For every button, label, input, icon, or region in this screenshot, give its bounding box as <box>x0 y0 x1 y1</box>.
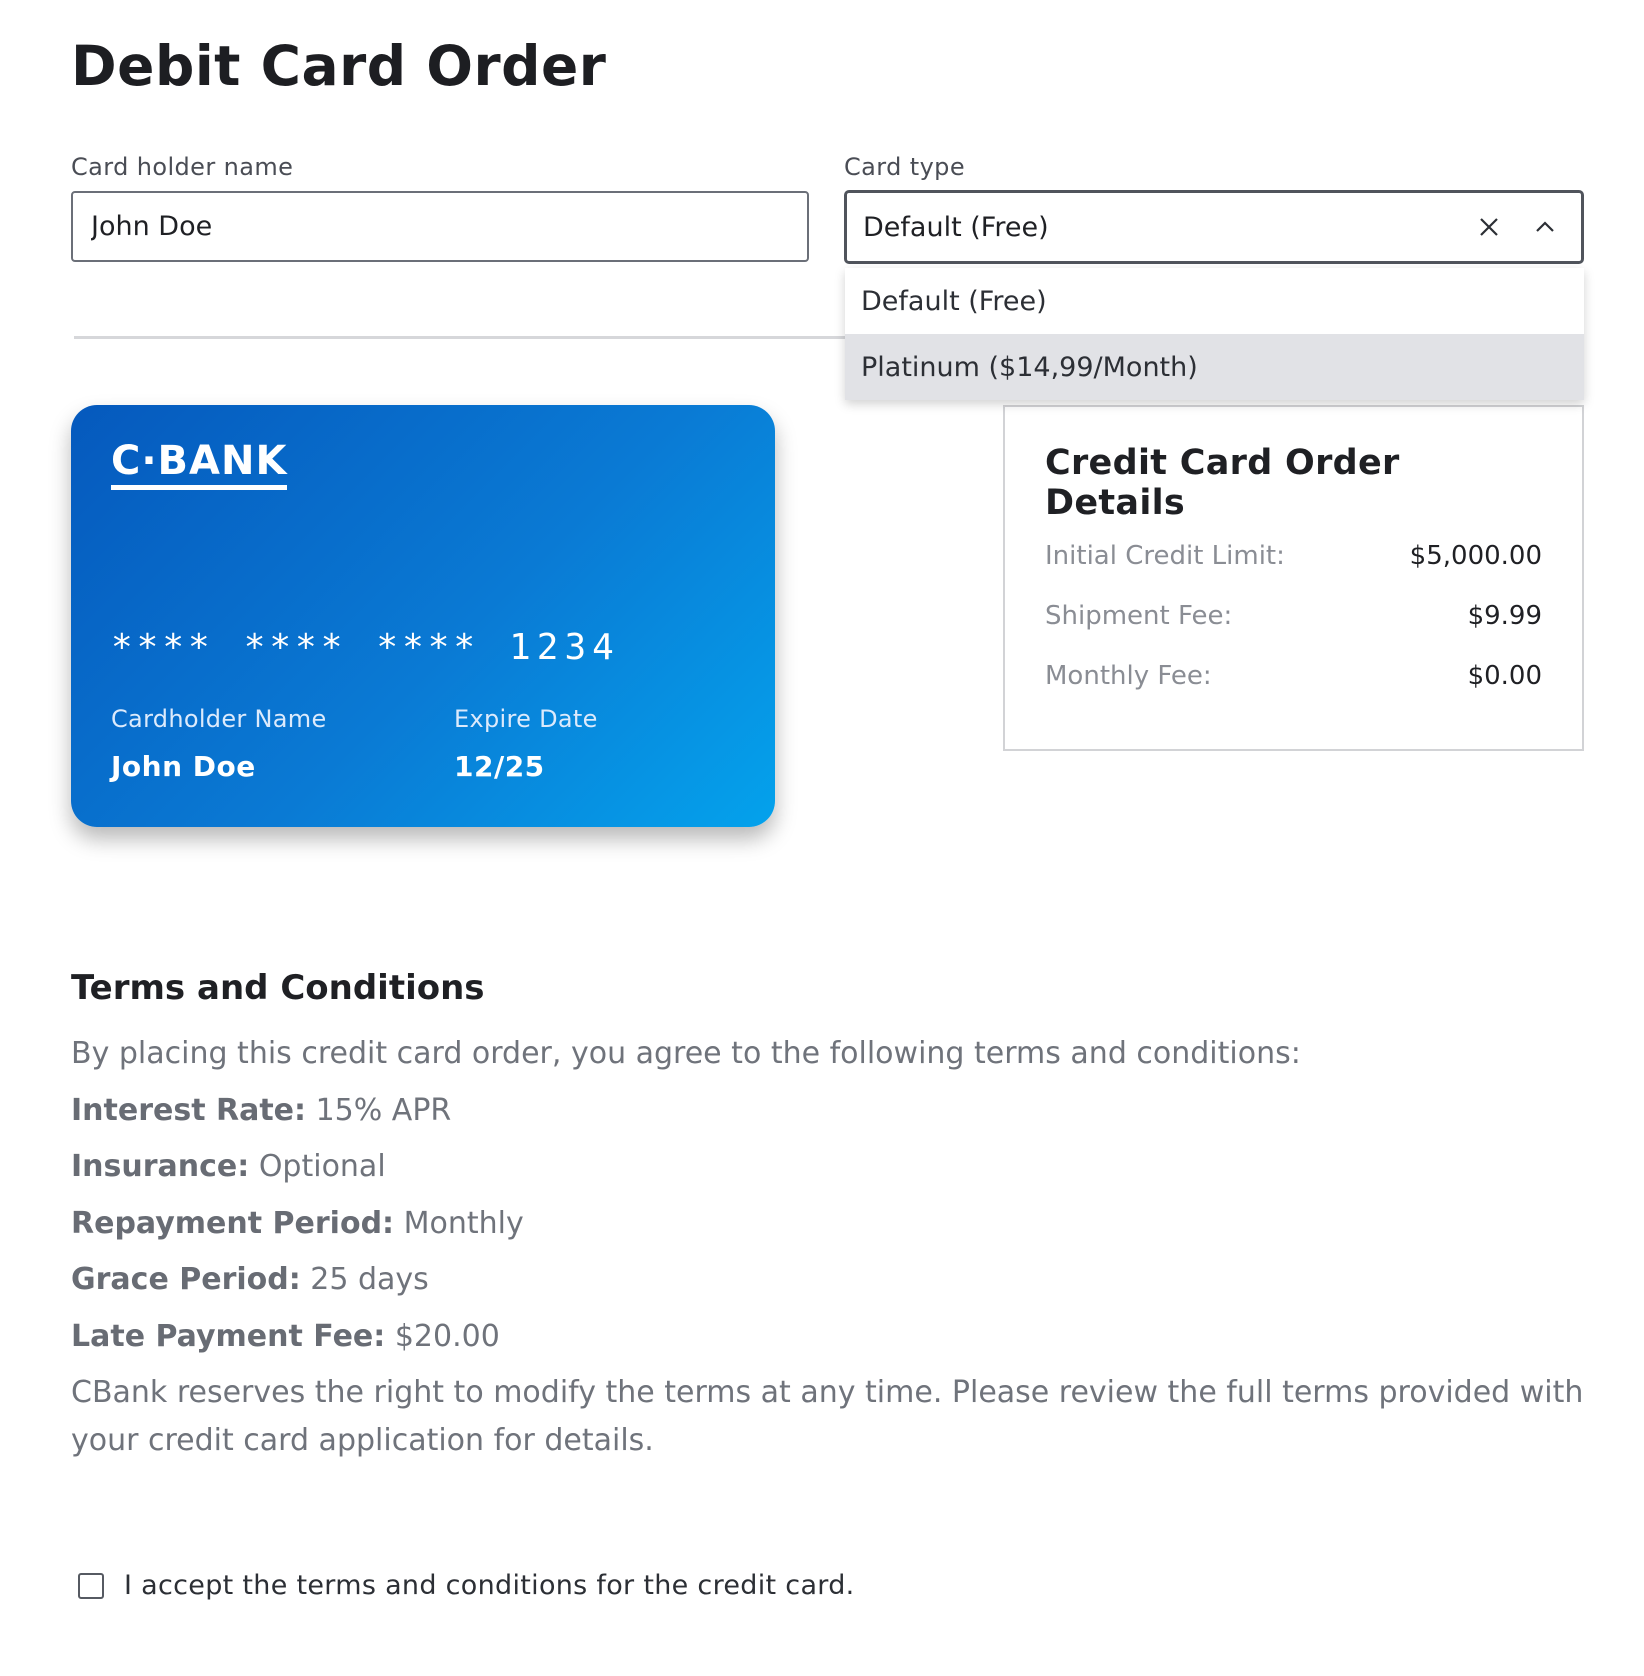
card-holder-name-label: Card holder name <box>71 153 294 181</box>
close-icon[interactable] <box>1469 207 1509 247</box>
card-type-selected-value: Default (Free) <box>863 211 1049 243</box>
expire-date-label: Expire Date <box>454 705 598 733</box>
card-type-dropdown: Default (Free) Platinum ($14,99/Month) <box>845 268 1584 400</box>
detail-value: $5,000.00 <box>1409 541 1542 571</box>
terms-footer: CBank reserves the right to modify the t… <box>71 1375 1584 1458</box>
card-type-option-platinum[interactable]: Platinum ($14,99/Month) <box>845 334 1584 400</box>
card-number-group: **** <box>243 627 347 668</box>
bank-logo: C·BANK <box>111 437 288 490</box>
card-type-option-default[interactable]: Default (Free) <box>845 268 1584 334</box>
detail-row-credit-limit: Initial Credit Limit: $5,000.00 <box>1045 541 1542 601</box>
debit-card-preview: C·BANK **** **** **** 1234 Cardholder Na… <box>71 405 775 827</box>
terms-item-label: Interest Rate: <box>71 1092 307 1128</box>
detail-label: Monthly Fee: <box>1045 661 1212 691</box>
cardholder-name-label: Cardholder Name <box>111 705 327 733</box>
card-type-select[interactable]: Default (Free) <box>844 190 1584 264</box>
card-number-last-digits: 1234 <box>509 627 620 668</box>
detail-row-monthly-fee: Monthly Fee: $0.00 <box>1045 661 1542 721</box>
detail-value: $9.99 <box>1467 601 1542 631</box>
page-title: Debit Card Order <box>71 34 607 98</box>
card-holder-name-input[interactable] <box>71 191 809 262</box>
expire-date-value: 12/25 <box>454 750 545 783</box>
cardholder-name-value: John Doe <box>111 750 256 783</box>
detail-label: Initial Credit Limit: <box>1045 541 1285 571</box>
terms-item-interest-rate: Interest Rate: 15% APR <box>71 1087 1591 1144</box>
terms-item-label: Grace Period: <box>71 1262 301 1297</box>
accept-terms-checkbox[interactable] <box>78 1572 104 1599</box>
accept-terms-label[interactable]: I accept the terms and conditions for th… <box>124 1570 855 1601</box>
order-details-panel: Credit Card Order Details Initial Credit… <box>1003 405 1584 751</box>
terms-item-late-payment-fee: Late Payment Fee: $20.00 <box>71 1313 1591 1370</box>
detail-row-shipment-fee: Shipment Fee: $9.99 <box>1045 601 1542 661</box>
detail-value: $0.00 <box>1467 661 1542 691</box>
order-details-title: Credit Card Order Details <box>1045 443 1400 523</box>
accept-terms-row[interactable]: I accept the terms and conditions for th… <box>78 1570 855 1601</box>
card-number-group: **** <box>111 627 214 668</box>
terms-item-value: 15% APR <box>315 1092 452 1128</box>
terms-body: By placing this credit card order, you a… <box>71 1030 1591 1465</box>
terms-item-label: Insurance: <box>71 1149 250 1184</box>
terms-item-value: $20.00 <box>394 1318 500 1354</box>
terms-title: Terms and Conditions <box>71 968 485 1008</box>
terms-item-value: Optional <box>258 1149 386 1184</box>
section-divider <box>74 336 854 339</box>
terms-item-grace-period: Grace Period: 25 days <box>71 1256 1591 1313</box>
detail-label: Shipment Fee: <box>1045 601 1233 631</box>
terms-item-insurance: Insurance: Optional <box>71 1143 1591 1200</box>
terms-intro: By placing this credit card order, you a… <box>71 1036 1301 1071</box>
terms-item-label: Late Payment Fee: <box>71 1318 386 1354</box>
card-number: **** **** **** 1234 <box>111 627 650 668</box>
terms-item-label: Repayment Period: <box>71 1205 395 1241</box>
terms-item-repayment-period: Repayment Period: Monthly <box>71 1200 1591 1257</box>
terms-item-value: Monthly <box>403 1205 524 1241</box>
terms-item-value: 25 days <box>310 1262 429 1297</box>
chevron-up-icon[interactable] <box>1525 207 1565 247</box>
card-type-label: Card type <box>844 153 965 181</box>
debit-card-order-page: Debit Card Order Card holder name Card t… <box>0 0 1644 1676</box>
card-number-group: **** <box>376 627 480 668</box>
